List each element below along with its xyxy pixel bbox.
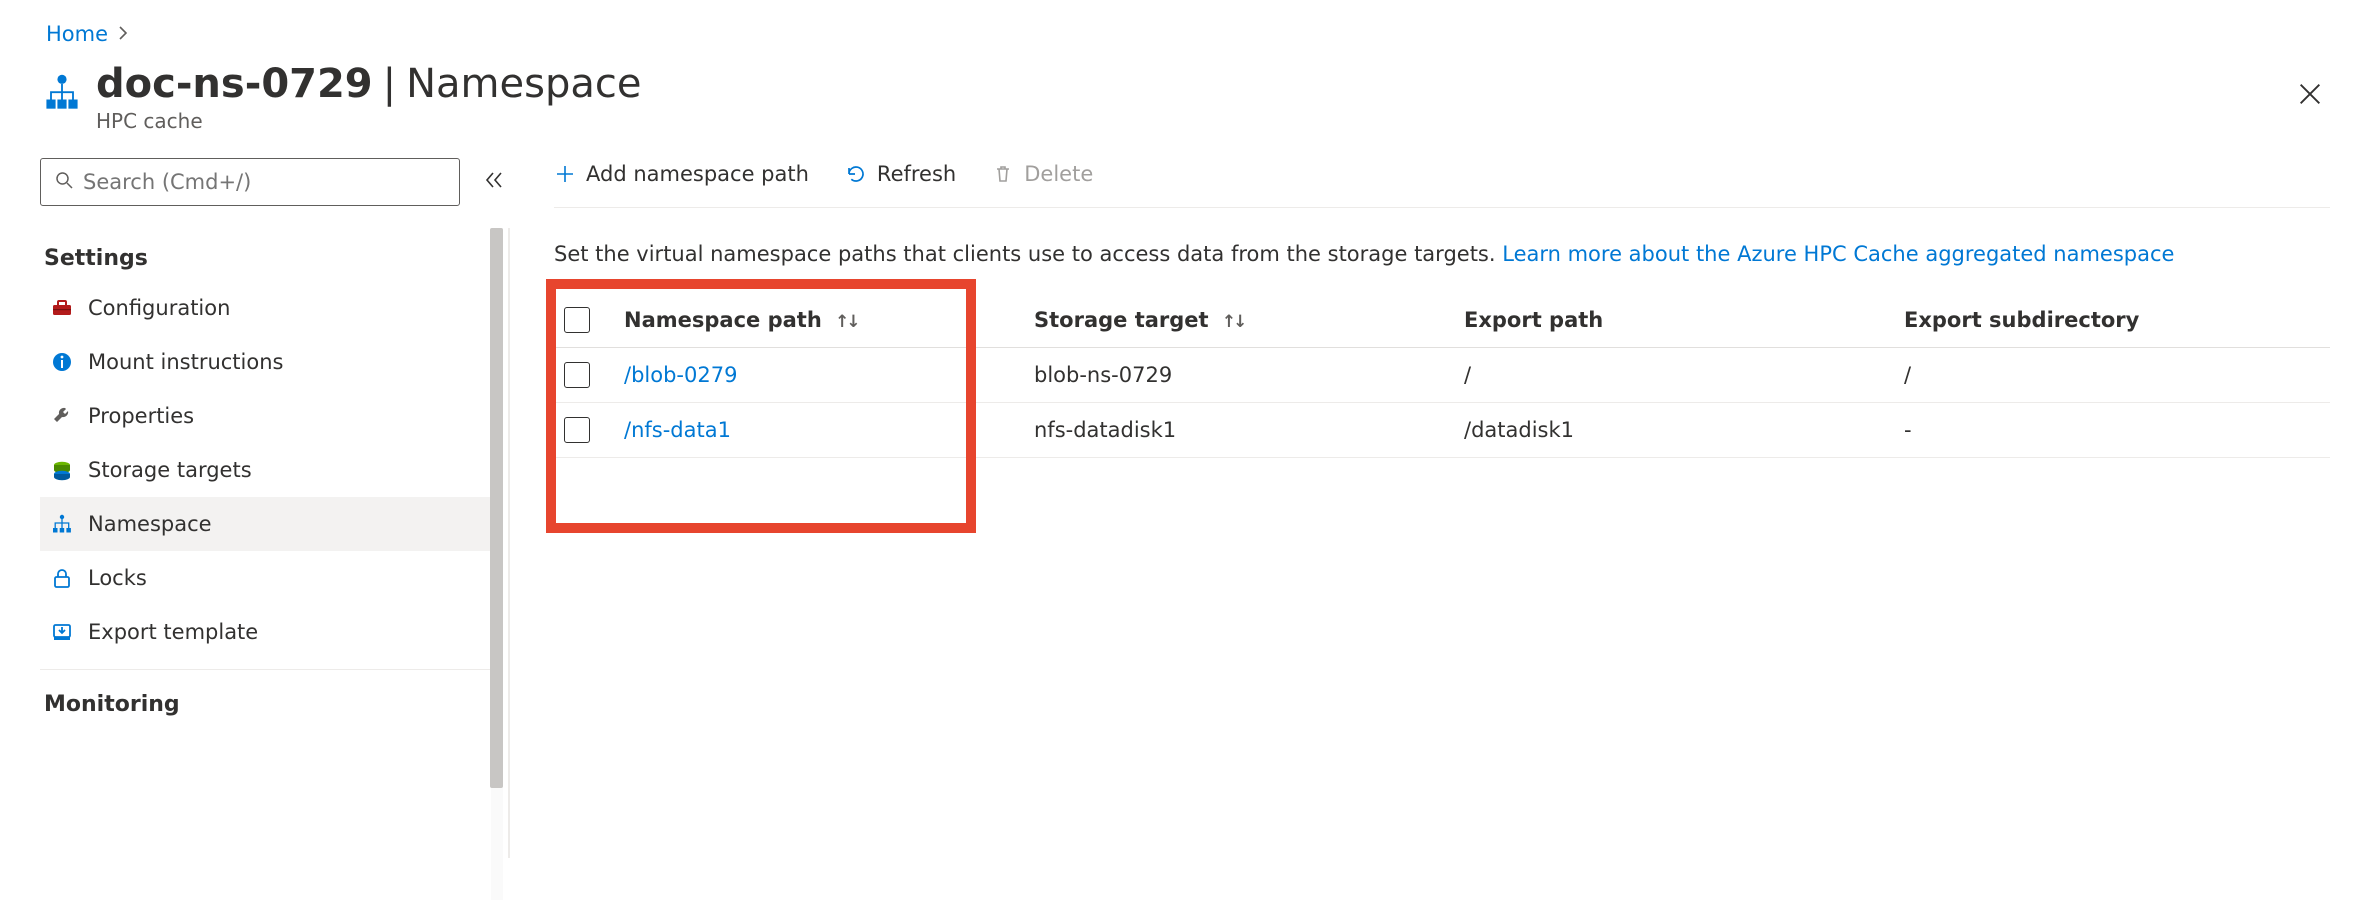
sidebar-group-settings: Settings — [40, 234, 496, 281]
plus-icon — [554, 163, 576, 185]
table-row[interactable]: /blob-0279 blob-ns-0729 / / — [554, 348, 2330, 403]
sidebar-search-input[interactable] — [83, 170, 445, 194]
main-content: Add namespace path Refresh Delete Set th… — [508, 158, 2376, 858]
sidebar-scrollbar-thumb[interactable] — [490, 228, 503, 788]
sidebar-item-locks[interactable]: Locks — [40, 551, 496, 605]
namespace-table: Namespace path ↑↓ Storage target ↑↓ Expo… — [554, 293, 2330, 458]
lock-icon — [50, 566, 74, 590]
cell-export-path: / — [1454, 348, 1894, 403]
column-header-label: Storage target — [1034, 308, 1209, 332]
page-title-separator: | — [383, 62, 396, 106]
refresh-icon — [845, 163, 867, 185]
sidebar-item-label: Export template — [88, 620, 258, 644]
chevron-right-icon — [118, 24, 128, 45]
breadcrumb-home[interactable]: Home — [46, 22, 108, 46]
toolbar: Add namespace path Refresh Delete — [554, 158, 2330, 208]
column-header-label: Export path — [1464, 308, 1603, 332]
wrench-icon — [50, 404, 74, 428]
sidebar-search[interactable] — [40, 158, 460, 206]
toolbar-label: Refresh — [877, 162, 956, 186]
sidebar-item-label: Storage targets — [88, 458, 252, 482]
toolbox-icon — [50, 296, 74, 320]
sidebar-menu-settings: Configuration Mount instructions Propert… — [40, 281, 496, 659]
column-header-export-path[interactable]: Export path — [1454, 293, 1894, 348]
delete-button: Delete — [992, 162, 1093, 186]
namespace-path-link[interactable]: /blob-0279 — [624, 363, 737, 387]
column-header-label: Export subdirectory — [1904, 308, 2139, 332]
sidebar-item-namespace[interactable]: Namespace — [40, 497, 496, 551]
namespace-path-link[interactable]: /nfs-data1 — [624, 418, 731, 442]
sidebar-item-export-template[interactable]: Export template — [40, 605, 496, 659]
helper-text-body: Set the virtual namespace paths that cli… — [554, 242, 1502, 266]
sidebar: Settings Configuration Mount instruction… — [0, 158, 508, 858]
page-title-resource: doc-ns-0729 — [96, 62, 373, 106]
trash-icon — [992, 163, 1014, 185]
search-icon — [55, 170, 73, 194]
sidebar-item-configuration[interactable]: Configuration — [40, 281, 496, 335]
cell-storage-target: nfs-datadisk1 — [1024, 403, 1454, 458]
refresh-button[interactable]: Refresh — [845, 162, 956, 186]
table-row[interactable]: /nfs-data1 nfs-datadisk1 /datadisk1 - — [554, 403, 2330, 458]
sort-icon: ↑↓ — [835, 312, 858, 332]
breadcrumb: Home — [0, 0, 2376, 52]
checkbox-all[interactable] — [564, 307, 590, 333]
close-button[interactable] — [2296, 80, 2326, 110]
sidebar-item-storage-targets[interactable]: Storage targets — [40, 443, 496, 497]
helper-text: Set the virtual namespace paths that cli… — [554, 240, 2330, 269]
row-checkbox[interactable] — [564, 417, 590, 443]
page-title-section: Namespace — [406, 62, 641, 106]
toolbar-label: Add namespace path — [586, 162, 809, 186]
toolbar-label: Delete — [1024, 162, 1093, 186]
learn-more-link[interactable]: Learn more about the Azure HPC Cache agg… — [1502, 242, 2174, 266]
page-header: doc-ns-0729 | Namespace HPC cache — [0, 52, 2376, 158]
info-icon — [50, 350, 74, 374]
resource-type-icon — [40, 72, 84, 116]
sidebar-group-monitoring: Monitoring — [40, 680, 496, 727]
cell-export-subdir: / — [1894, 348, 2330, 403]
sidebar-divider — [40, 669, 496, 670]
cell-storage-target: blob-ns-0729 — [1024, 348, 1454, 403]
sidebar-item-label: Locks — [88, 566, 147, 590]
sidebar-item-label: Namespace — [88, 512, 212, 536]
column-header-storage-target[interactable]: Storage target ↑↓ — [1024, 293, 1454, 348]
page-subtitle: HPC cache — [96, 110, 641, 132]
cell-export-subdir: - — [1894, 403, 2330, 458]
add-namespace-path-button[interactable]: Add namespace path — [554, 162, 809, 186]
row-checkbox[interactable] — [564, 362, 590, 388]
sidebar-item-mount-instructions[interactable]: Mount instructions — [40, 335, 496, 389]
sidebar-item-label: Properties — [88, 404, 194, 428]
sidebar-item-label: Mount instructions — [88, 350, 283, 374]
column-header-select[interactable] — [554, 293, 614, 348]
column-header-label: Namespace path — [624, 308, 822, 332]
sidebar-item-label: Configuration — [88, 296, 230, 320]
sort-icon: ↑↓ — [1222, 312, 1245, 332]
column-header-export-subdir[interactable]: Export subdirectory — [1894, 293, 2330, 348]
export-icon — [50, 620, 74, 644]
cell-export-path: /datadisk1 — [1454, 403, 1894, 458]
sitemap-icon — [50, 512, 74, 536]
sidebar-item-properties[interactable]: Properties — [40, 389, 496, 443]
collapse-sidebar-button[interactable] — [480, 166, 508, 199]
disk-icon — [50, 458, 74, 482]
column-header-namespace-path[interactable]: Namespace path ↑↓ — [614, 293, 1024, 348]
